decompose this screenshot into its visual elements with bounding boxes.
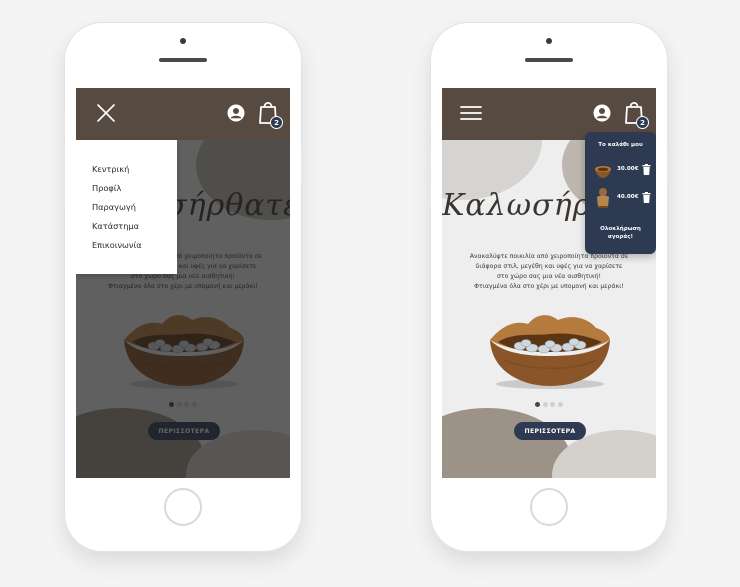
front-camera — [180, 38, 186, 44]
cart-dropdown: Το καλάθι μου 30.00€ 40.00€ Ολοκλήρωση α… — [585, 132, 656, 254]
silent-switch — [427, 114, 431, 132]
carousel-dots — [442, 402, 656, 407]
front-camera — [546, 38, 552, 44]
intro-text: Ανακαλύψτε ποικιλία από χειροποίητα προϊ… — [456, 252, 642, 292]
volume-up-button — [427, 146, 431, 174]
checkout-label: Ολοκλήρωση — [600, 226, 641, 232]
volume-down-button — [61, 180, 65, 208]
carousel-dot[interactable] — [550, 402, 556, 407]
close-icon[interactable] — [94, 101, 118, 125]
earpiece — [525, 58, 573, 62]
trash-icon[interactable] — [641, 163, 651, 175]
top-bar: 2 — [76, 88, 290, 140]
power-button — [667, 150, 671, 184]
cart-item-price: 30.00€ — [617, 166, 639, 172]
phone-menu-open: Καλωσήρθατε Ανακαλύψτε ποικιλία από χειρ… — [61, 22, 305, 552]
checkout-button[interactable]: Ολοκλήρωση αγοράς! — [589, 225, 652, 241]
intro-line: διάφορα στιλ, μεγέθη και υφές για να χαρ… — [475, 263, 623, 270]
menu-item-production[interactable]: Παραγωγή — [92, 202, 136, 212]
volume-up-button — [61, 146, 65, 174]
figurine-thumbnail — [597, 188, 609, 208]
shopping-bag-icon[interactable]: 2 — [256, 98, 283, 129]
carousel-dot[interactable] — [557, 402, 563, 407]
menu-item-contact[interactable]: Επικοινωνία — [92, 240, 142, 250]
volume-down-button — [427, 180, 431, 208]
cart-count-badge: 2 — [270, 116, 283, 129]
wooden-bowl-image — [490, 315, 610, 389]
checkout-label: αγοράς! — [607, 234, 634, 240]
screen: Καλωσήρθατε Ανακαλύψτε ποικιλία από χειρ… — [76, 88, 290, 478]
more-button[interactable]: ΠΕΡΙΣΣΟΤΕΡΑ — [514, 422, 586, 440]
menu-item-home[interactable]: Κεντρική — [92, 164, 129, 174]
cart-item: 40.00€ — [593, 186, 651, 210]
phone-cart-open: Καλωσήρθατε Ανακαλύψτε ποικιλία από χειρ… — [427, 22, 671, 552]
cart-item-price: 40.00€ — [617, 194, 639, 200]
cart-title: Το καλάθι μου — [598, 142, 643, 148]
intro-line: Φτιαγμένα όλα στο χέρι με υπομονή και με… — [474, 283, 624, 290]
trash-icon[interactable] — [641, 191, 651, 203]
silent-switch — [61, 114, 65, 132]
cart-count-badge: 2 — [636, 116, 649, 129]
home-button[interactable] — [530, 488, 568, 526]
bowl-thumbnail — [595, 166, 611, 178]
hamburger-icon[interactable] — [458, 102, 484, 124]
shopping-bag-icon[interactable]: 2 — [622, 98, 649, 129]
nav-menu: Κεντρική Προφίλ Παραγωγή Κατάστημα Επικο… — [76, 140, 177, 274]
intro-line: στο χώρο σας μια νέα αισθητική! — [496, 273, 602, 280]
screen: Καλωσήρθατε Ανακαλύψτε ποικιλία από χειρ… — [442, 88, 656, 478]
power-button — [301, 150, 305, 184]
user-icon[interactable] — [592, 103, 612, 123]
menu-item-shop[interactable]: Κατάστημα — [92, 221, 139, 231]
carousel-dot[interactable] — [542, 402, 548, 407]
user-icon[interactable] — [226, 103, 246, 123]
carousel-dot[interactable] — [535, 402, 541, 407]
cart-item: 30.00€ — [593, 158, 651, 182]
earpiece — [159, 58, 207, 62]
menu-item-profile[interactable]: Προφίλ — [92, 183, 121, 193]
home-button[interactable] — [164, 488, 202, 526]
